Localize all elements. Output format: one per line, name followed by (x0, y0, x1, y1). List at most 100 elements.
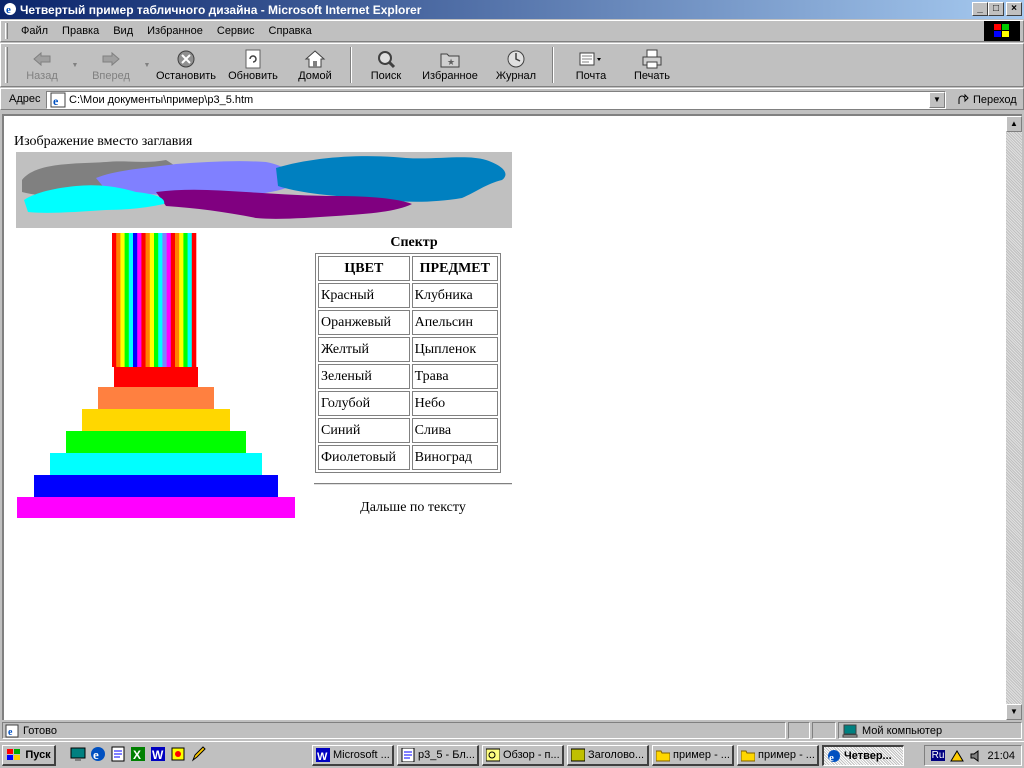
title-bar[interactable]: e Четвертый пример табличного дизайна - … (0, 0, 1024, 19)
start-label: Пуск (25, 749, 51, 761)
pyramid-tier (17, 497, 295, 518)
ie-icon: e (4, 3, 16, 16)
volume-icon[interactable] (969, 749, 983, 763)
menu-grip[interactable] (5, 23, 8, 39)
scroll-up-button[interactable]: ▲ (1006, 116, 1022, 132)
back-button[interactable]: Назад (14, 44, 70, 86)
back-label: Назад (26, 70, 58, 82)
go-button[interactable]: Переход (956, 93, 1017, 107)
language-indicator[interactable]: Ru (930, 750, 946, 761)
window-title: Четвертый пример табличного дизайна - Mi… (20, 2, 422, 17)
stop-button[interactable]: Остановить (152, 44, 220, 86)
go-arrow-icon (958, 93, 969, 104)
scroll-down-button[interactable]: ▼ (1006, 704, 1022, 720)
back-dropdown-icon[interactable]: ▼ (70, 62, 80, 69)
notepad-icon[interactable] (110, 745, 126, 763)
task-word[interactable]: W Microsoft ... (312, 745, 394, 766)
search-label: Поиск (370, 70, 402, 82)
task-headings[interactable]: Заголово... (567, 745, 649, 766)
rainbow-stripe (170, 233, 176, 367)
task-folder[interactable]: пример - ... (737, 745, 819, 766)
history-icon (504, 48, 528, 70)
status-pane (812, 722, 836, 739)
print-button[interactable]: Печать (622, 44, 682, 86)
app-icon (571, 748, 585, 762)
rainbow-stripe (149, 233, 155, 367)
maximize-button[interactable]: □ (988, 2, 1004, 16)
task-label: Четвер... (844, 750, 892, 762)
history-button[interactable]: Журнал (486, 44, 546, 86)
ie-icon: e (828, 750, 840, 763)
word-icon[interactable]: W (150, 745, 166, 763)
menu-favorites[interactable]: Избранное (140, 25, 210, 37)
task-folder[interactable]: пример - ... (652, 745, 734, 766)
forward-dropdown-icon[interactable]: ▼ (142, 62, 152, 69)
menu-view[interactable]: Вид (106, 25, 140, 37)
content-area: Изображение вместо заглавия Спектр ЦВЕТ … (2, 114, 1022, 720)
desktop-icon[interactable] (70, 745, 86, 763)
start-button[interactable]: Пуск (2, 745, 56, 766)
forward-button[interactable]: Вперед (80, 44, 142, 86)
task-label: Заголово... (588, 749, 645, 761)
pencil-icon[interactable] (190, 745, 206, 763)
menu-help[interactable]: Справка (262, 25, 319, 37)
cell-item: Цыпленок (411, 337, 498, 362)
toolbar-grip[interactable] (5, 47, 8, 83)
ie-icon[interactable]: e (90, 745, 106, 763)
vertical-scrollbar[interactable]: ▲ ▼ (1006, 116, 1022, 720)
rainbow-stripe (133, 233, 138, 367)
rainbow-stripe (158, 233, 163, 367)
status-text: Готово (23, 724, 57, 737)
rainbow-stripe (187, 233, 193, 367)
quick-launch: e X W (70, 745, 206, 763)
favorites-button[interactable]: ★ Избранное (414, 44, 486, 86)
task-label: p3_5 - Бл... (418, 749, 475, 761)
table-row: Фиолетовый Виноград (318, 445, 498, 470)
menu-file[interactable]: Файл (14, 25, 55, 37)
svg-text:e: e (8, 727, 13, 738)
task-notepad[interactable]: p3_5 - Бл... (397, 745, 479, 766)
excel-icon[interactable]: X (130, 745, 146, 763)
pyramid-tier (114, 367, 198, 387)
search-icon (374, 48, 398, 70)
home-button[interactable]: Домой (286, 44, 344, 86)
column-header-item: ПРЕДМЕТ (411, 256, 498, 281)
cell-color: Оранжевый (318, 310, 410, 335)
rainbow-pyramid-image (17, 233, 295, 518)
toolbar-separator (350, 47, 352, 83)
spectrum-table: ЦВЕТ ПРЕДМЕТ Красный Клубника Оранжевый Ап… (315, 253, 501, 473)
stop-label: Остановить (155, 70, 217, 82)
cell-color: Красный (318, 283, 410, 308)
search-button[interactable]: Поиск (358, 44, 414, 86)
rainbow-stripe (128, 233, 134, 367)
address-field[interactable]: e C:\Мои документы\пример\p3_5.htm ▼ (46, 91, 946, 109)
cell-item: Слива (411, 418, 498, 443)
my-computer-icon (842, 724, 858, 737)
cell-color: Синий (318, 418, 410, 443)
tray-app-icon[interactable] (949, 749, 965, 763)
cell-item: Трава (411, 364, 498, 389)
task-ie-active[interactable]: e Четвер... (822, 745, 904, 766)
app-icon[interactable] (170, 745, 186, 763)
svg-text:e: e (53, 94, 59, 108)
cell-color: Зеленый (318, 364, 410, 389)
cell-item: Апельсин (411, 310, 498, 335)
table-row: Синий Слива (318, 418, 498, 443)
page-caption: Изображение вместо заглавия (14, 134, 193, 149)
address-dropdown-button[interactable]: ▼ (929, 92, 945, 108)
mail-button[interactable]: Почта (560, 44, 622, 86)
after-text: Дальше по тексту (360, 500, 466, 515)
horizontal-rule (314, 483, 512, 485)
minimize-button[interactable]: _ (972, 2, 988, 16)
task-explorer[interactable]: Обзор - п... (482, 745, 564, 766)
home-icon (303, 48, 327, 70)
folder-icon (741, 750, 755, 762)
pyramid-tier (98, 387, 214, 409)
close-button[interactable]: × (1006, 2, 1022, 16)
menu-edit[interactable]: Правка (55, 25, 106, 37)
menu-tools[interactable]: Сервис (210, 25, 262, 37)
standard-toolbar: Назад ▼ Вперед ▼ Остановить Обновить Дом… (0, 43, 1024, 87)
refresh-button[interactable]: Обновить (220, 44, 286, 86)
forward-arrow-icon (99, 48, 123, 70)
go-label: Переход (973, 94, 1017, 106)
